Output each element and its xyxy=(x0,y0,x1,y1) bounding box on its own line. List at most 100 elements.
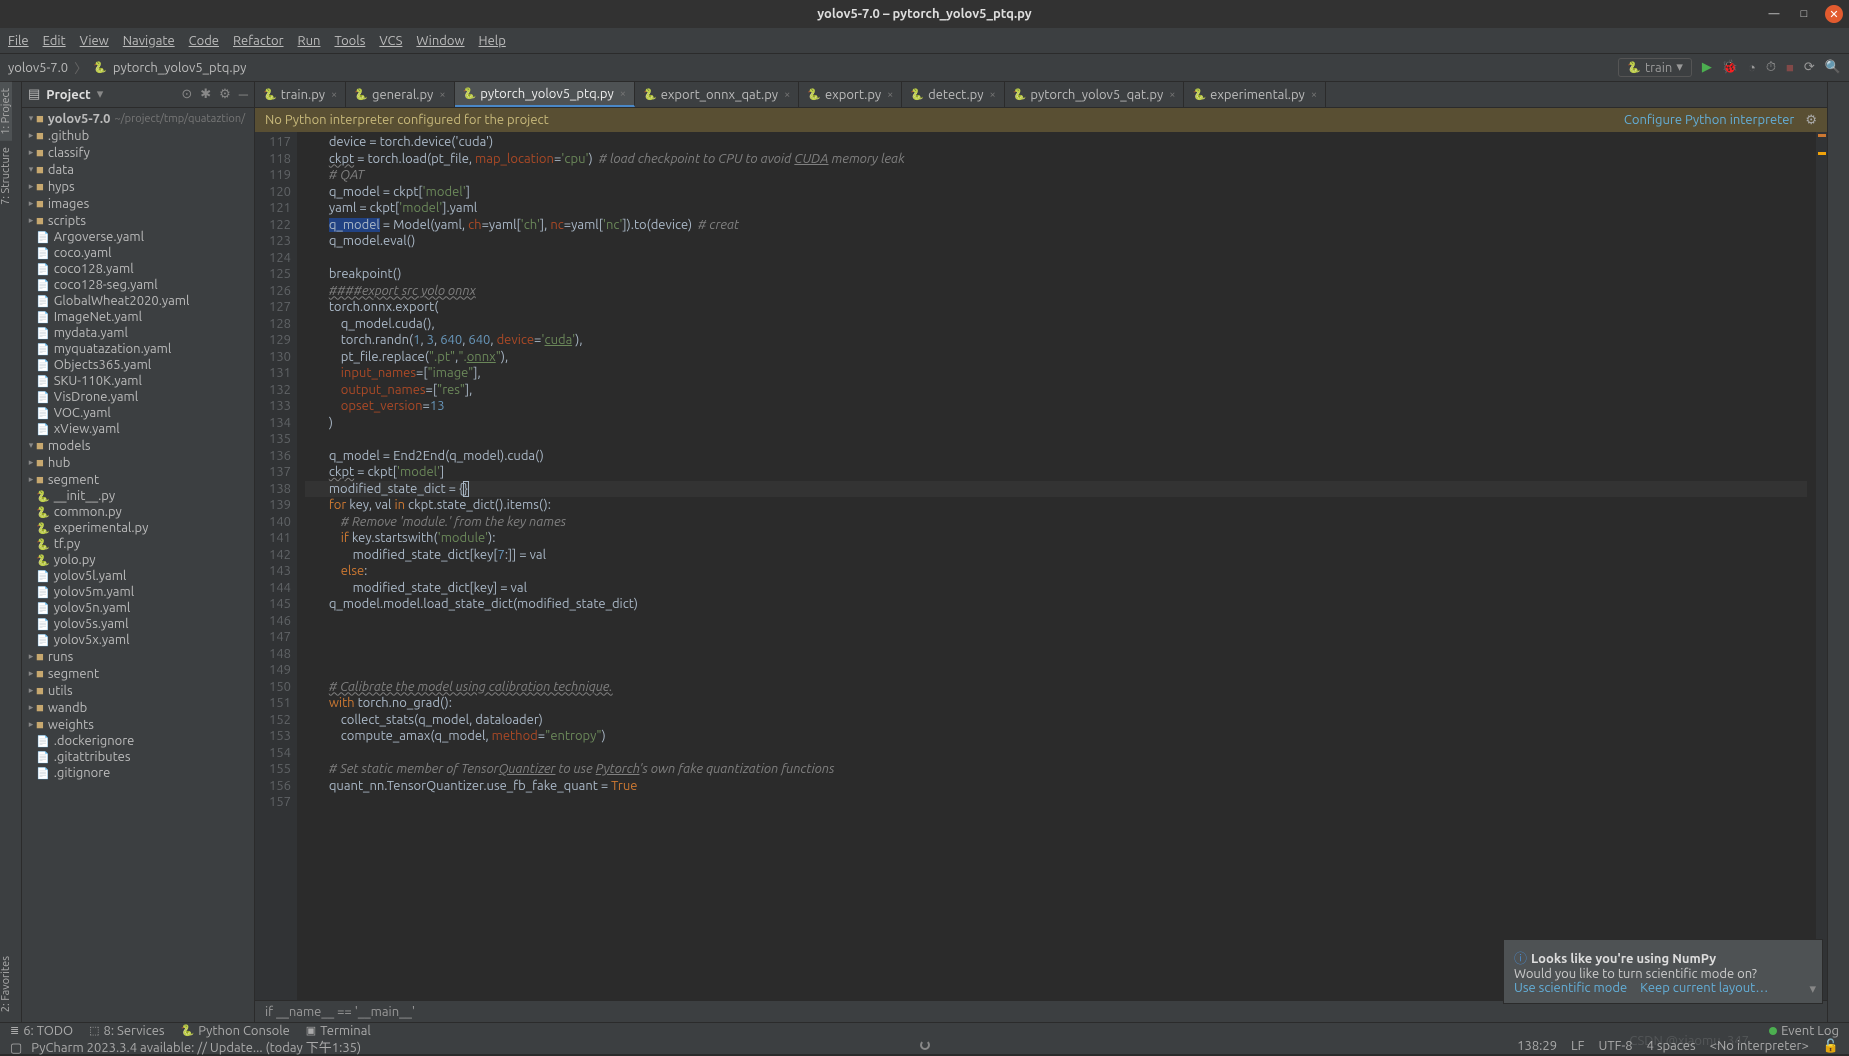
indent-settings[interactable]: 4 spaces xyxy=(1647,1039,1696,1054)
tree-folder[interactable]: ▸■weights xyxy=(22,716,254,733)
debug-button[interactable]: 🐞 xyxy=(1722,60,1738,75)
tree-file[interactable]: 📄yolov5n.yaml xyxy=(22,600,254,616)
close-icon[interactable]: × xyxy=(620,88,626,100)
tool-window-favorites[interactable]: 2: Favorites xyxy=(0,950,12,1018)
project-tree[interactable]: ▾■ yolov5-7.0 ~/project/tmp/quataztion/ … xyxy=(22,108,254,1022)
tree-folder[interactable]: ▾■data xyxy=(22,161,254,178)
tool-window-project[interactable]: 1: Project xyxy=(0,82,12,141)
tree-file[interactable]: 📄coco128-seg.yaml xyxy=(22,277,254,293)
tool-windows-toggle-icon[interactable]: ▢ xyxy=(10,1041,22,1055)
editor-tab[interactable]: 🐍export.py× xyxy=(799,82,902,107)
close-icon[interactable]: × xyxy=(990,89,996,101)
tree-file[interactable]: 🐍__init__.py xyxy=(22,488,254,504)
keep-layout-link[interactable]: Keep current layout… xyxy=(1640,981,1768,995)
menu-help[interactable]: Help xyxy=(479,34,506,48)
tree-file[interactable]: 📄.dockerignore xyxy=(22,733,254,749)
menu-file[interactable]: File xyxy=(8,34,29,48)
menu-code[interactable]: Code xyxy=(189,34,219,48)
tree-folder[interactable]: ▸■images xyxy=(22,195,254,212)
tree-file[interactable]: 📄.gitignore xyxy=(22,765,254,781)
tree-folder[interactable]: ▸■wandb xyxy=(22,699,254,716)
gear-icon[interactable]: ⚙ xyxy=(219,87,231,102)
tree-file[interactable]: 📄yolov5m.yaml xyxy=(22,584,254,600)
hide-panel-icon[interactable]: ─ xyxy=(239,87,248,102)
tree-file[interactable]: 📄coco.yaml xyxy=(22,245,254,261)
tree-file[interactable]: 🐍common.py xyxy=(22,504,254,520)
lock-icon[interactable]: 🔓 xyxy=(1823,1039,1839,1054)
tree-file[interactable]: 📄.gitattributes xyxy=(22,749,254,765)
tool-window-services[interactable]: ⬚8: Services xyxy=(89,1024,164,1038)
menu-refactor[interactable]: Refactor xyxy=(233,34,284,48)
caret-position[interactable]: 138:29 xyxy=(1517,1039,1557,1054)
status-message[interactable]: PyCharm 2023.3.4 available: // Update...… xyxy=(31,1041,361,1055)
tool-window-structure[interactable]: 7: Structure xyxy=(0,141,12,211)
tree-file[interactable]: 📄yolov5x.yaml xyxy=(22,632,254,648)
tree-file[interactable]: 🐍experimental.py xyxy=(22,520,254,536)
tree-folder[interactable]: ▸■runs xyxy=(22,648,254,665)
editor-tab[interactable]: 🐍pytorch_yolov5_qat.py× xyxy=(1005,82,1185,107)
gear-icon[interactable]: ⚙ xyxy=(1805,113,1817,127)
tree-file[interactable]: 📄VisDrone.yaml xyxy=(22,389,254,405)
tree-folder[interactable]: ▸■scripts xyxy=(22,212,254,229)
tree-folder[interactable]: ▸■segment xyxy=(22,665,254,682)
run-configuration-selector[interactable]: 🐍 train ▾ xyxy=(1618,58,1692,77)
crumb-file[interactable]: pytorch_yolov5_ptq.py xyxy=(113,61,247,75)
close-button[interactable]: ✕ xyxy=(1825,5,1843,23)
chevron-down-icon[interactable]: ▾ xyxy=(97,87,104,102)
tree-file[interactable]: 📄GlobalWheat2020.yaml xyxy=(22,293,254,309)
tree-folder[interactable]: ▸■hub xyxy=(22,454,254,471)
tree-file[interactable]: 📄ImageNet.yaml xyxy=(22,309,254,325)
close-icon[interactable]: × xyxy=(439,89,445,101)
menu-window[interactable]: Window xyxy=(416,34,464,48)
tool-window-python-console[interactable]: 🐍Python Console xyxy=(181,1024,290,1038)
tree-file[interactable]: 📄xView.yaml xyxy=(22,421,254,437)
tree-file[interactable]: 📄VOC.yaml xyxy=(22,405,254,421)
expand-all-icon[interactable]: ✱ xyxy=(200,87,211,102)
editor-tab[interactable]: 🐍detect.py× xyxy=(902,82,1004,107)
menu-view[interactable]: View xyxy=(80,34,109,48)
tree-file[interactable]: 🐍yolo.py xyxy=(22,552,254,568)
editor-tab[interactable]: 🐍train.py× xyxy=(255,82,346,107)
select-opened-file-icon[interactable]: ⊙ xyxy=(181,87,192,102)
code-editor[interactable]: 117 118 119 120 121 122 123 124 125 126 … xyxy=(255,132,1827,1000)
close-icon[interactable]: × xyxy=(887,89,893,101)
interpreter-selector[interactable]: <No interpreter> xyxy=(1710,1039,1809,1054)
error-stripe[interactable] xyxy=(1815,132,1827,1000)
tree-file[interactable]: 📄Argoverse.yaml xyxy=(22,229,254,245)
menu-navigate[interactable]: Navigate xyxy=(123,34,175,48)
tool-window-terminal[interactable]: ▣Terminal xyxy=(306,1024,371,1038)
run-button[interactable]: ▶ xyxy=(1702,60,1712,75)
tree-root[interactable]: ▾■ yolov5-7.0 ~/project/tmp/quataztion/ xyxy=(22,110,254,127)
menu-edit[interactable]: Edit xyxy=(43,34,66,48)
project-view-selector[interactable]: Project xyxy=(46,88,90,102)
configure-interpreter-link[interactable]: Configure Python interpreter xyxy=(1624,113,1794,127)
tree-file[interactable]: 📄mydata.yaml xyxy=(22,325,254,341)
close-icon[interactable]: × xyxy=(784,89,790,101)
code-content[interactable]: device = torch.device('cuda') ckpt = tor… xyxy=(297,132,1815,1000)
close-icon[interactable]: × xyxy=(1311,89,1317,101)
tree-folder[interactable]: ▾■models xyxy=(22,437,254,454)
use-scientific-mode-link[interactable]: Use scientific mode xyxy=(1514,981,1627,995)
editor-tab[interactable]: 🐍experimental.py× xyxy=(1184,82,1326,107)
tree-folder[interactable]: ▸■.github xyxy=(22,127,254,144)
editor-tab[interactable]: 🐍pytorch_yolov5_ptq.py× xyxy=(455,82,635,107)
event-log-button[interactable]: Event Log xyxy=(1769,1024,1839,1038)
update-project-button[interactable]: ⟳ xyxy=(1804,60,1815,75)
stop-button[interactable]: ■ xyxy=(1786,60,1794,75)
menu-tools[interactable]: Tools xyxy=(334,34,365,48)
chevron-down-icon[interactable]: ▾ xyxy=(1809,982,1816,997)
tree-file[interactable]: 📄yolov5l.yaml xyxy=(22,568,254,584)
minimize-button[interactable]: — xyxy=(1765,5,1783,23)
search-everywhere-button[interactable]: 🔍 xyxy=(1825,60,1841,75)
line-separator[interactable]: LF xyxy=(1571,1039,1584,1054)
editor-tab[interactable]: 🐍general.py× xyxy=(346,82,454,107)
tree-folder[interactable]: ▸■hyps xyxy=(22,178,254,195)
editor-tab[interactable]: 🐍export_onnx_qat.py× xyxy=(635,82,799,107)
tree-file[interactable]: 📄myquatazation.yaml xyxy=(22,341,254,357)
tree-folder[interactable]: ▸■utils xyxy=(22,682,254,699)
maximize-button[interactable]: □ xyxy=(1795,5,1813,23)
close-icon[interactable]: × xyxy=(1169,89,1175,101)
line-number-gutter[interactable]: 117 118 119 120 121 122 123 124 125 126 … xyxy=(255,132,297,1000)
tree-file[interactable]: 📄SKU-110K.yaml xyxy=(22,373,254,389)
tree-file[interactable]: 📄yolov5s.yaml xyxy=(22,616,254,632)
